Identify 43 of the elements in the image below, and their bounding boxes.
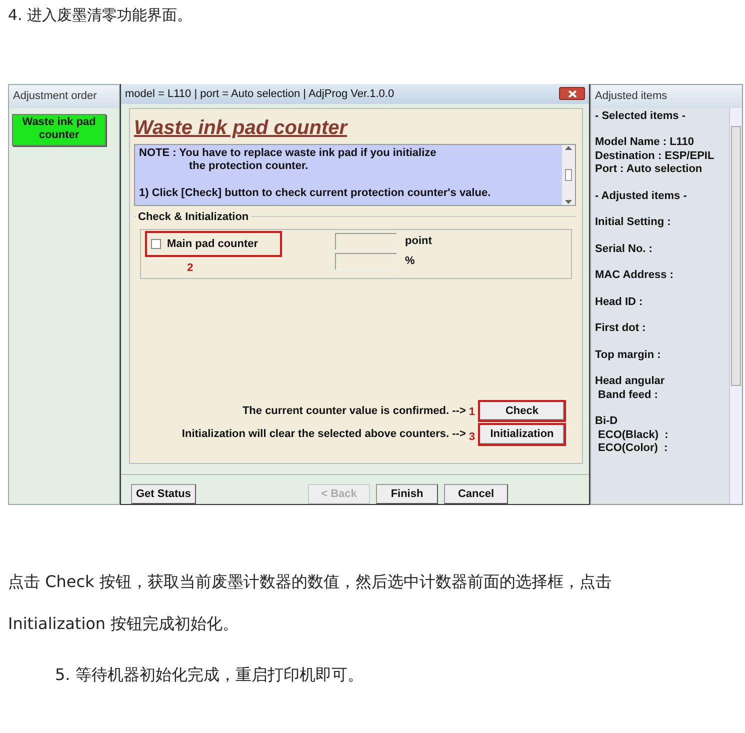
- counter-value-field[interactable]: [335, 252, 397, 270]
- note-text: the protection counter.: [188, 160, 308, 174]
- action-button[interactable]: Initialization: [478, 423, 566, 446]
- info-text: Model Name : L110 Destination : ESP/EPIL Port : Auto selection: [595, 136, 714, 176]
- footer-button[interactable]: Get Status: [131, 484, 196, 504]
- checkbox[interactable]: [151, 239, 161, 250]
- close-button[interactable]: [559, 87, 585, 100]
- window-title: model = L110 | port = Auto selection | AdjProg Ver.1.0.0: [125, 86, 394, 102]
- step-number: 2: [187, 260, 194, 276]
- counter-value-field[interactable]: [335, 232, 397, 250]
- info-text: - Adjusted items -: [595, 190, 687, 203]
- adjustment-item[interactable]: Waste ink pad counter: [12, 114, 106, 146]
- footer-button[interactable]: Finish: [376, 484, 438, 504]
- action-button[interactable]: Check: [478, 400, 566, 422]
- info-text: Head angular Band feed :: [595, 375, 665, 402]
- info-text: Serial No. :: [595, 242, 652, 256]
- info-text: Bi-D ECO(Black) : ECO(Color) :: [595, 415, 668, 456]
- scroll-up-icon[interactable]: [565, 144, 572, 150]
- step-heading: 4. 进入废墨清零功能界面。: [8, 5, 194, 26]
- unit-label: %: [405, 254, 415, 270]
- page-heading: Waste ink pad counter: [134, 116, 348, 140]
- instruction-text: 点击 Check 按钮，获取当前废墨计数器的数值，然后选中计数器前面的选择框，点击 Initialization 按钮完成初始化。: [8, 571, 612, 635]
- info-text: - Selected items -: [595, 110, 686, 123]
- unit-label: point: [405, 234, 432, 250]
- panel-title: Adjustment order: [9, 85, 119, 108]
- note-text: 1) Click [Check] button to check current protection counter's value.: [139, 186, 491, 200]
- step-number: 1: [468, 404, 475, 420]
- info-text: Top margin :: [595, 348, 661, 362]
- scroll-thumb[interactable]: [565, 168, 572, 181]
- instruction-text: 5. 等待机器初始化完成，重启打印机即可。: [55, 664, 364, 686]
- info-text: Initial Setting :: [595, 216, 671, 230]
- note-text: NOTE : You have to replace waste ink pad if you initialize: [139, 146, 436, 160]
- info-text: Head ID :: [595, 296, 643, 309]
- scroll-down-icon[interactable]: [565, 200, 572, 205]
- checkbox-label: Main pad counter: [167, 236, 258, 252]
- action-text: The current counter value is confirmed. -->: [242, 404, 466, 419]
- panel-title: Adjusted items: [591, 85, 742, 108]
- footer-button[interactable]: Cancel: [444, 484, 508, 504]
- action-text: Initialization will clear the selected above counters. -->: [182, 427, 466, 442]
- info-text: First dot :: [595, 322, 646, 336]
- step-number: 3: [468, 430, 475, 446]
- info-text: MAC Address :: [595, 269, 674, 282]
- close-icon: [568, 90, 576, 98]
